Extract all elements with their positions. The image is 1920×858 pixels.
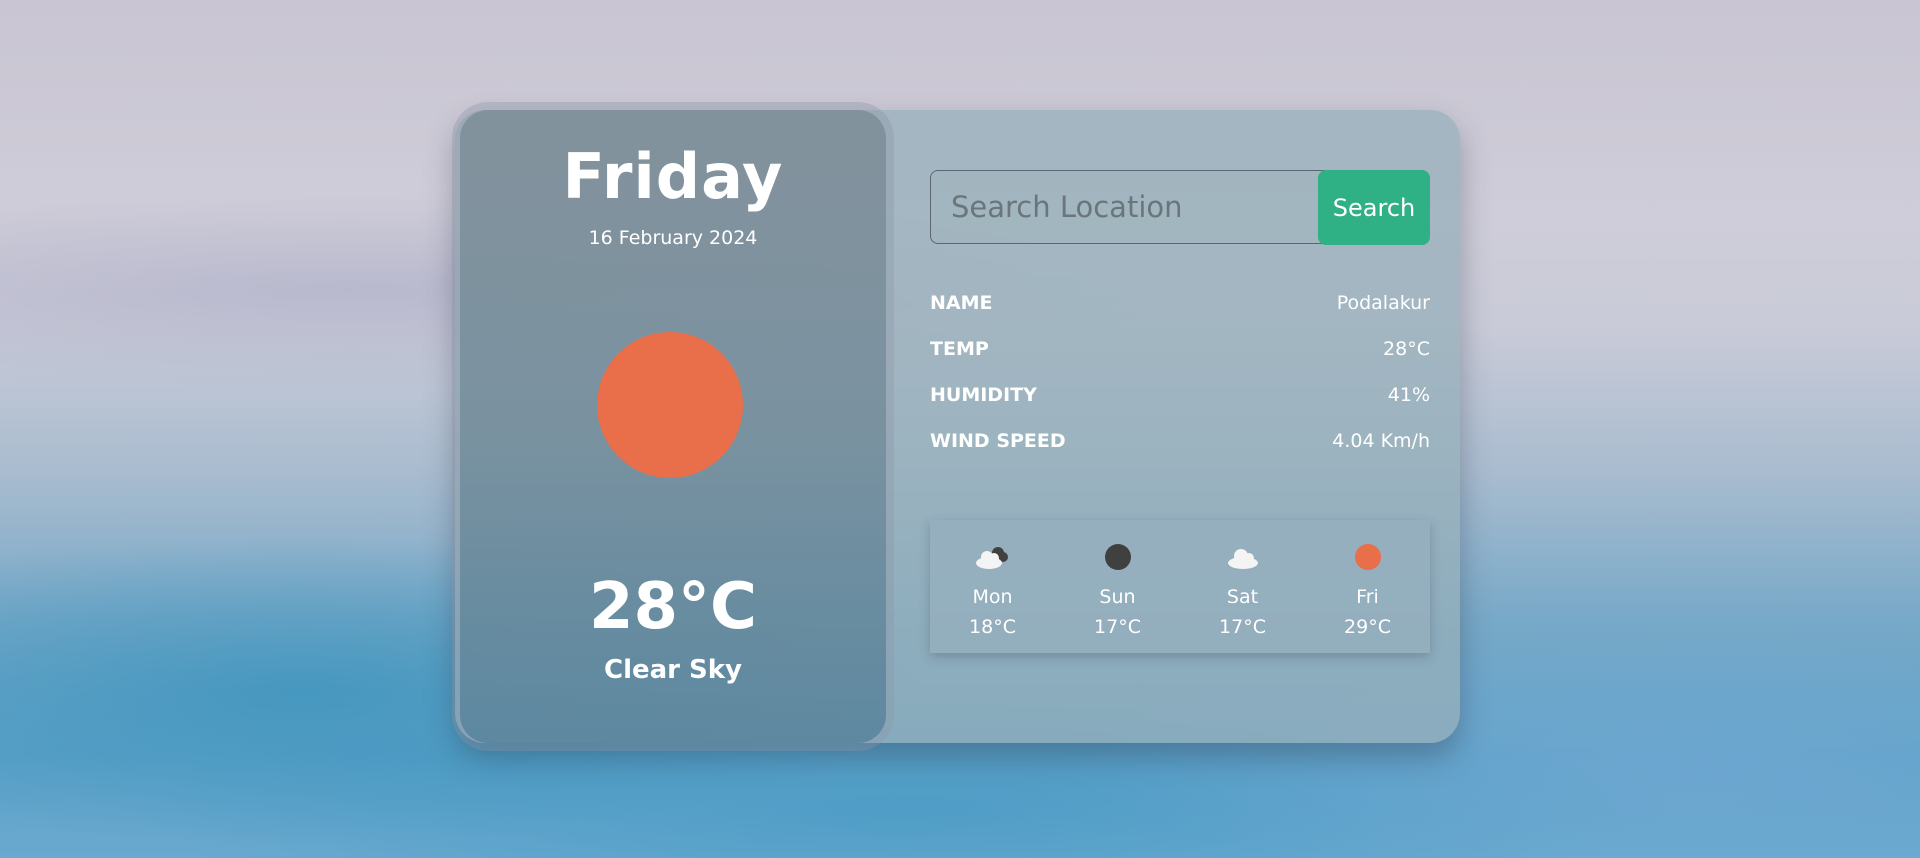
forecast-item-sat: Sat 17°C: [1180, 520, 1305, 653]
search-bar: Search: [930, 170, 1430, 246]
search-button[interactable]: Search: [1318, 170, 1430, 245]
current-weather-panel: Friday 16 February 2024 28°C Clear Sky: [460, 110, 886, 743]
detail-value: 28°C: [1383, 338, 1430, 360]
search-input[interactable]: [930, 170, 1340, 244]
forecast-day: Sat: [1226, 586, 1259, 608]
detail-value: 4.04 Km/h: [1332, 430, 1430, 452]
forecast-strip: Mon 18°C Sun 17°C Sat 17°C Fri 29°C: [930, 520, 1430, 653]
detail-row-name: NAME Podalakur: [930, 280, 1430, 326]
detail-label: WIND SPEED: [930, 430, 1066, 452]
forecast-temp: 18°C: [969, 616, 1016, 638]
forecast-day: Sun: [1099, 586, 1136, 608]
moon-icon: [1104, 544, 1131, 570]
forecast-temp: 17°C: [1094, 616, 1141, 638]
detail-row-temp: TEMP 28°C: [930, 326, 1430, 372]
current-temperature: 28°C: [588, 570, 758, 644]
sun-icon: [597, 332, 743, 478]
date-text: 16 February 2024: [588, 227, 758, 249]
detail-label: NAME: [930, 292, 993, 314]
forecast-temp: 17°C: [1219, 616, 1266, 638]
detail-row-humidity: HUMIDITY 41%: [930, 372, 1430, 418]
forecast-temp: 29°C: [1344, 616, 1391, 638]
detail-row-wind-speed: WIND SPEED 4.04 Km/h: [930, 418, 1430, 464]
weather-condition: Clear Sky: [603, 655, 742, 685]
forecast-item-fri: Fri 29°C: [1305, 520, 1430, 653]
cloud-icon: [1227, 549, 1258, 569]
forecast-day: Fri: [1356, 586, 1379, 608]
sun-icon: [1354, 544, 1381, 570]
detail-label: HUMIDITY: [930, 384, 1037, 406]
day-name: Friday: [562, 140, 784, 213]
forecast-item-mon: Mon 18°C: [930, 520, 1055, 653]
forecast-item-sun: Sun 17°C: [1055, 520, 1180, 653]
forecast-day: Mon: [972, 586, 1013, 608]
cloudy-icon: [975, 547, 1008, 569]
detail-label: TEMP: [930, 338, 989, 360]
detail-value: Podalakur: [1336, 292, 1430, 314]
weather-details: NAME Podalakur TEMP 28°C HUMIDITY 41% WI…: [930, 280, 1430, 464]
detail-value: 41%: [1387, 384, 1430, 406]
